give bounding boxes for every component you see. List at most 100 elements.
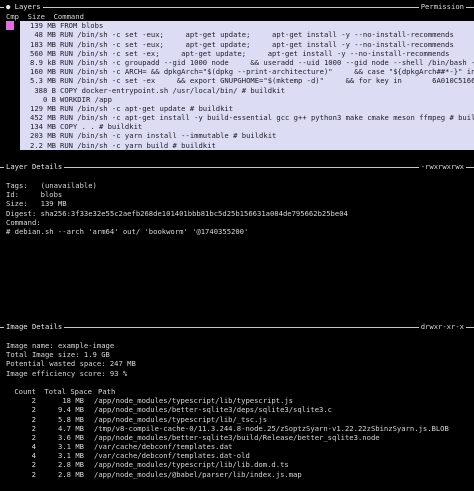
size-label: Size: — [6, 199, 28, 209]
wasted-space-line: Potential wasted space: 247 MB — [6, 359, 474, 368]
digest-label: Digest: — [6, 208, 37, 218]
image-details-title: Image Details — [4, 322, 65, 332]
command-value: # debian.sh --arch 'arm64' out/ 'bookwor… — [6, 226, 249, 236]
layers-pane[interactable]: ● Layers Permission Cmp Size Command 139… — [0, 2, 474, 150]
layer-row[interactable]: 48 MB RUN /bin/sh -c set -eux; apt-get up… — [6, 30, 474, 40]
file-total-space: 2.8 MB — [58, 460, 84, 470]
file-total-space: 4.7 MB — [58, 423, 84, 433]
compare-cell — [6, 86, 20, 95]
compare-cell — [6, 95, 20, 104]
efficiency-value: 93 % — [109, 368, 128, 378]
layers-table[interactable]: Cmp Size Command 139 MB FROM blobs 48 MB RU… — [0, 12, 474, 150]
layer-details-title: Layer Details — [4, 162, 65, 172]
layers-column-headers: Cmp Size Command — [6, 12, 474, 21]
file-total-space: 3.1 MB — [58, 451, 84, 461]
file-total-space: 2.8 MB — [58, 469, 84, 479]
file-path: /app/node_modules/@babel/parser/lib/inde… — [94, 469, 302, 479]
layer-size: 129 MB — [20, 103, 60, 114]
file-row[interactable]: 2 18 MB/app/node_modules/typescript/lib/t… — [6, 396, 474, 405]
image-name-value: example-image — [57, 341, 115, 350]
layer-size: 139 MB — [20, 21, 60, 31]
layer-rows[interactable]: 139 MB FROM blobs 48 MB RUN /bin/sh -c set … — [6, 21, 474, 150]
file-count: 2 — [31, 405, 36, 415]
layer-row[interactable]: 160 MB RUN /bin/sh -c ARCH= && dpkgArch="… — [6, 67, 474, 77]
file-path: /tmp/v8-compile-cache-0/11.3.244.8-node.… — [94, 423, 449, 433]
layer-row[interactable]: 129 MB RUN /bin/sh -c apt-get update # bu… — [6, 103, 474, 114]
layer-command: RUN /bin/sh -c set -ex; apt-get update; … — [60, 48, 474, 58]
id-line: Id: blobs — [6, 190, 474, 199]
file-row[interactable]: 2 3.6 MB/app/node_modules/better-sqlite3/… — [6, 433, 474, 442]
layers-permission-label: Permission — [418, 2, 466, 12]
file-total-space: 18 MB — [62, 396, 84, 406]
file-row[interactable]: 2 2.8 MB/app/node_modules/@babel/parser/l… — [6, 470, 474, 479]
layer-size: 134 MB — [20, 122, 60, 132]
digest-value: sha256:3f33e32e55c2aefb268de101401bbb81b… — [40, 208, 348, 218]
layer-size: 2.2 MB — [20, 140, 60, 150]
file-total-space: 9.4 MB — [58, 405, 84, 415]
file-row[interactable]: 2 2.8 MB/app/node_modules/typescript/lib/… — [6, 460, 474, 469]
file-row[interactable]: 4 3.1 MB/var/cache/debconf/templates.dat-… — [6, 451, 474, 460]
compare-cell — [6, 49, 20, 58]
layer-size: 5.3 MB — [20, 76, 60, 86]
layer-size: 203 MB — [20, 131, 60, 141]
layer-row[interactable]: 2.2 MB RUN /bin/sh -c yarn build # buildk… — [6, 140, 474, 150]
layer-size: 8.9 kB — [20, 57, 60, 68]
compare-cell — [6, 131, 20, 140]
layer-row[interactable]: 139 MB FROM blobs — [6, 21, 474, 31]
files-column-headers: Count Total Space Path — [6, 387, 474, 396]
file-row[interactable]: 2 9.4 MB/app/node_modules/better-sqlite3/… — [6, 405, 474, 414]
layer-command: WORKDIR /app — [60, 94, 474, 104]
image-name-line: Image name: example-image — [6, 341, 474, 350]
layer-command: COPY . . # buildkit — [60, 122, 474, 132]
compare-cell — [6, 122, 20, 131]
layer-row[interactable]: 134 MB COPY . . # buildkit — [6, 122, 474, 132]
image-details-pane[interactable]: Image Details drwxr-xr-x Image name: exa… — [0, 322, 474, 479]
file-path: /app/node_modules/typescript/lib/lib.dom… — [94, 460, 289, 470]
layer-command: RUN /bin/sh -c groupadd --gid 1000 node … — [60, 57, 474, 68]
tags-line: Tags: (unavailable) — [6, 181, 474, 190]
efficiency-line: Image efficiency score: 93 % — [6, 369, 474, 378]
file-count: 4 — [31, 442, 36, 452]
file-path: /app/node_modules/better-sqlite3/deps/sq… — [94, 405, 332, 415]
column-command: Command — [53, 12, 84, 21]
layer-details-pane[interactable]: Layer Details -rwxrwxrwx Tags: (unavaila… — [0, 162, 474, 236]
layer-row[interactable]: 0 B WORKDIR /app — [6, 94, 474, 104]
layer-row[interactable]: 388 B COPY docker-entrypoint.sh /usr/loca… — [6, 85, 474, 95]
file-rows[interactable]: 2 18 MB/app/node_modules/typescript/lib/t… — [6, 396, 474, 479]
layer-row[interactable]: 8.9 kB RUN /bin/sh -c groupadd --gid 1000… — [6, 57, 474, 68]
compare-cell — [6, 58, 20, 67]
layer-row[interactable]: 560 MB RUN /bin/sh -c set -ex; apt-get up… — [6, 48, 474, 58]
wasted-space-label: Potential wasted space: — [6, 359, 106, 369]
file-count: 2 — [31, 460, 36, 470]
layer-row[interactable]: 183 MB RUN /bin/sh -c set -eux; apt-get u… — [6, 39, 474, 49]
file-row[interactable]: 2 5.8 MB/app/node_modules/typescript/lib/… — [6, 415, 474, 424]
file-count: 2 — [31, 414, 36, 424]
layer-command: RUN /bin/sh -c yarn build # buildkit — [60, 140, 474, 150]
compare-cell — [6, 76, 20, 85]
layer-command: COPY docker-entrypoint.sh /usr/local/bin… — [60, 85, 474, 95]
column-count: Count — [14, 386, 36, 396]
layer-row[interactable]: 452 MB RUN /bin/sh -c apt-get install -y … — [6, 113, 474, 123]
compare-cell — [6, 104, 20, 113]
file-row[interactable]: 2 4.7 MB/tmp/v8-compile-cache-0/11.3.244.… — [6, 424, 474, 433]
column-total-space: Total Space — [44, 386, 92, 396]
file-row[interactable]: 4 3.1 MB/var/cache/debconf/templates.dat — [6, 442, 474, 451]
layer-size: 560 MB — [20, 48, 60, 58]
file-count: 2 — [31, 432, 36, 442]
layer-command: RUN /bin/sh -c apt-get install -y build-… — [60, 113, 474, 123]
digest-line: Digest: sha256:3f33e32e55c2aefb268de1014… — [6, 209, 474, 218]
file-path: /var/cache/debconf/templates.dat-old — [94, 451, 250, 461]
layer-row[interactable]: 5.3 MB RUN /bin/sh -c set -ex && export G… — [6, 76, 474, 86]
command-label-line: Command: — [6, 218, 474, 227]
layers-pane-title: ● Layers — [4, 2, 43, 12]
file-total-space: 5.8 MB — [58, 414, 84, 424]
layer-command: RUN /bin/sh -c apt-get update # buildkit — [60, 103, 474, 114]
file-path: /var/cache/debconf/templates.dat — [94, 442, 233, 452]
image-details-permission: drwxr-xr-x — [418, 322, 466, 332]
layer-command: RUN /bin/sh -c set -eux; apt-get update;… — [60, 30, 474, 40]
id-value: blobs — [40, 190, 63, 200]
layer-row[interactable]: 203 MB RUN /bin/sh -c yarn install --immu… — [6, 131, 474, 141]
layers-title-text: Layers — [14, 2, 41, 11]
layers-pane-header: ● Layers Permission — [0, 2, 474, 12]
file-count: 2 — [31, 469, 36, 479]
